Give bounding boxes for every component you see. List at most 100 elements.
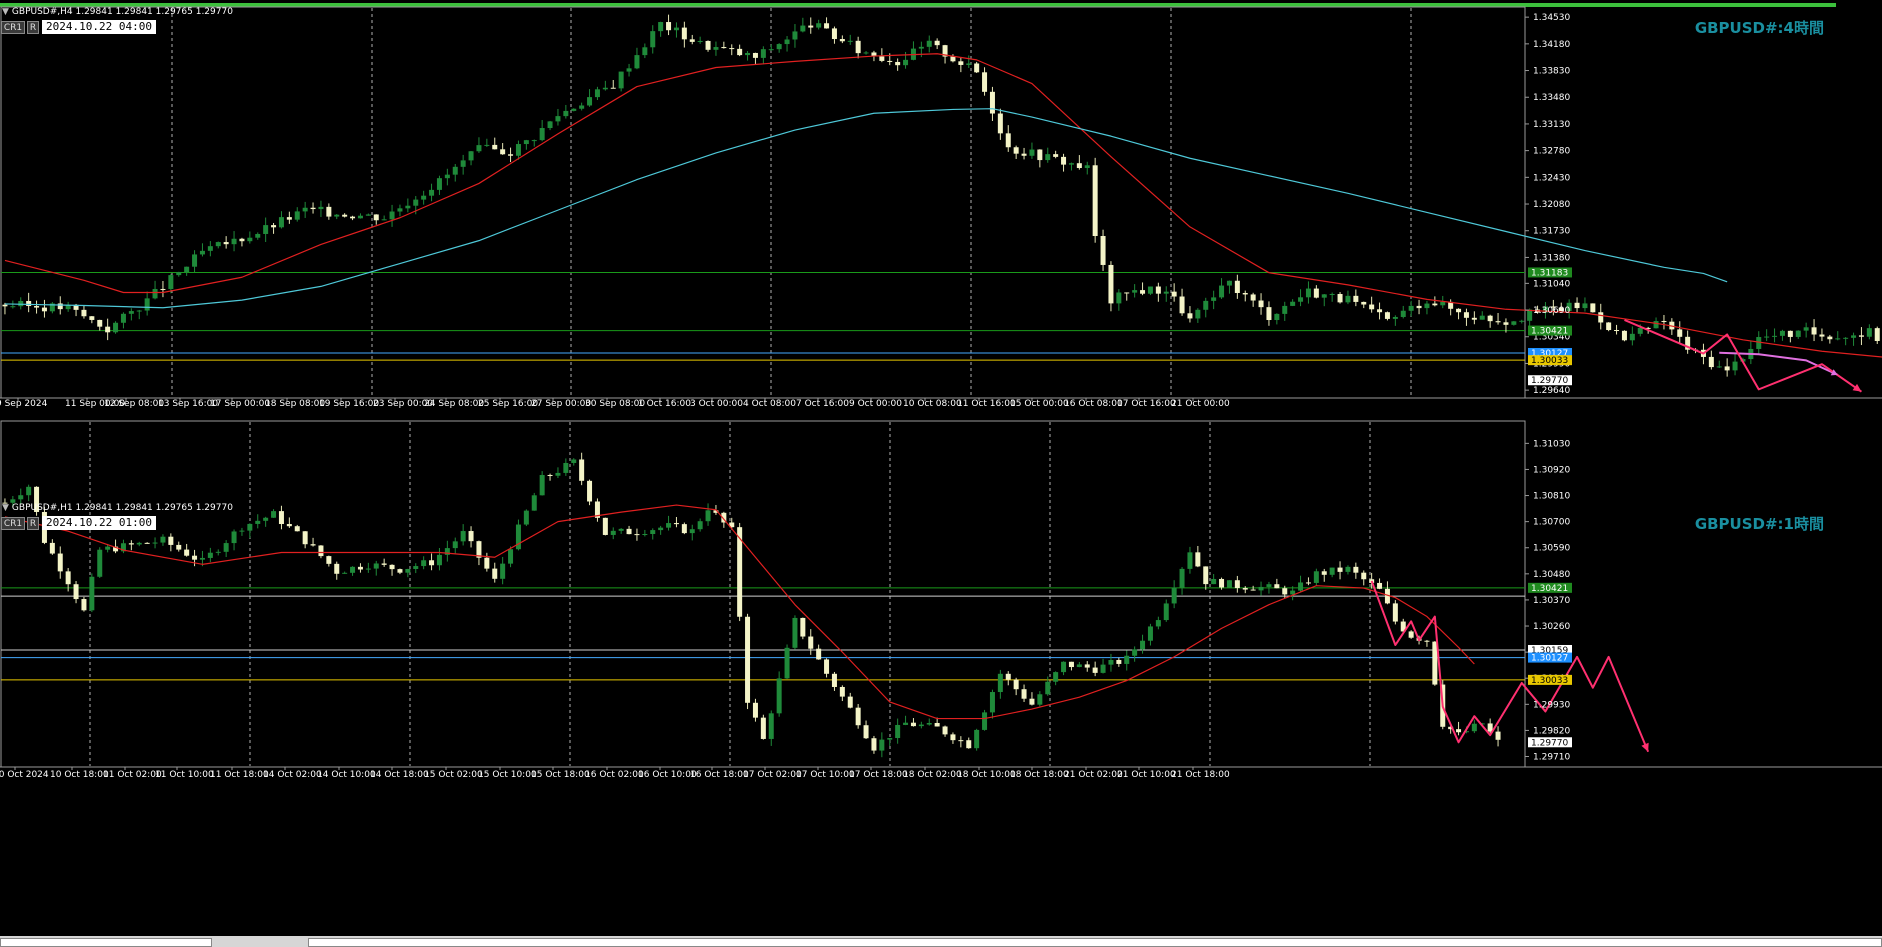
candle-body	[1408, 631, 1414, 638]
candle-body	[1495, 321, 1501, 323]
candle-body	[713, 47, 719, 50]
y-tick-label: 1.30690	[1533, 306, 1570, 316]
cr1-button[interactable]: CR1	[1, 517, 25, 530]
candle-body	[1163, 603, 1169, 621]
y-tick-label: 1.32430	[1533, 173, 1570, 183]
r-button[interactable]: R	[27, 517, 39, 530]
candle-body	[357, 215, 363, 219]
candle-body	[1345, 295, 1351, 303]
candle-body	[1124, 292, 1130, 294]
candle-body	[1432, 641, 1438, 685]
candle-body	[839, 39, 845, 42]
candle-body	[950, 56, 956, 62]
candle-body	[286, 524, 292, 527]
candle-body	[689, 39, 695, 42]
candle-body	[239, 238, 245, 242]
candle-body	[373, 214, 379, 221]
price-label: 1.29770	[1531, 738, 1568, 748]
candle-body	[1100, 236, 1106, 265]
candle-body	[760, 49, 766, 58]
candle-body	[1471, 317, 1477, 320]
candle-body	[192, 254, 198, 267]
candle-body	[768, 49, 774, 51]
candle-body	[571, 108, 577, 111]
candle-body	[1282, 588, 1288, 595]
collapse-icon[interactable]: ▼	[2, 7, 9, 17]
x-tick-label: 19 Sep 16:00	[319, 399, 379, 409]
y-tick-label: 1.32780	[1533, 147, 1570, 157]
candle-body	[460, 160, 466, 167]
candle-body	[1377, 309, 1383, 313]
candle-body	[1408, 305, 1414, 311]
candle-body	[681, 27, 687, 40]
x-tick-label: 27 Sep 00:00	[531, 399, 591, 409]
candle-body	[1637, 327, 1643, 334]
candle-body	[239, 530, 245, 532]
candle-body	[1021, 689, 1027, 699]
candle-body	[500, 149, 506, 155]
candle-body	[1337, 567, 1343, 572]
candle-body	[1456, 729, 1462, 733]
chart-pane-h1[interactable]: 1.31030 1.30920 1.30810 1.30700 1.30590 1.304…	[0, 409, 1882, 936]
candle-body	[587, 97, 593, 106]
candle-body	[737, 48, 743, 56]
candle-body	[610, 530, 616, 535]
candle-body	[1211, 578, 1217, 585]
candle-body	[1029, 698, 1035, 705]
x-tick-label: 10 Oct 08:00	[903, 399, 962, 409]
chart-tab[interactable]	[308, 938, 1882, 947]
cr1-button[interactable]: CR1	[1, 21, 25, 34]
y-tick-label: 1.33830	[1533, 67, 1570, 77]
x-tick-label: 17 Oct 18:00	[849, 770, 908, 780]
candle-body	[982, 72, 988, 92]
candle-body	[697, 521, 703, 530]
candle-body	[926, 40, 932, 47]
r-button[interactable]: R	[27, 21, 39, 34]
candle-body	[808, 636, 814, 649]
x-tick-label: 18 Oct 18:00	[1010, 770, 1069, 780]
candle-body	[207, 246, 213, 251]
candle-body	[460, 531, 466, 542]
candle-body	[263, 225, 269, 234]
candle-body	[1392, 603, 1398, 622]
candle-body	[1574, 302, 1580, 309]
candle-body	[1677, 329, 1683, 337]
chart-h1[interactable]: 1.31030 1.30920 1.30810 1.30700 1.30590 1.304…	[0, 409, 1882, 936]
y-tick-label: 1.30370	[1533, 596, 1570, 606]
candle-body	[278, 511, 284, 525]
candle-body	[1282, 305, 1288, 314]
x-tick-label: 11 Oct 10:00	[155, 770, 214, 780]
symbol-header-h1: ▼ GBPUSD#,H1 1.29841 1.29841 1.29765 1.29…	[2, 503, 233, 513]
candle-body	[555, 472, 561, 476]
candle-body	[673, 523, 679, 525]
candle-body	[1313, 288, 1319, 298]
x-tick-label: 18 Oct 02:00	[903, 770, 962, 780]
candle-body	[626, 68, 632, 72]
candle-body	[855, 40, 861, 54]
candle-body	[1811, 327, 1817, 335]
chart-h4[interactable]: 1.34530 1.34180 1.33830 1.33480 1.33130 1.327…	[0, 0, 1882, 409]
x-tick-label: 21 Oct 02:00	[1064, 770, 1123, 780]
candle-body	[1132, 649, 1138, 656]
chart-pane-h4[interactable]: 1.34530 1.34180 1.33830 1.33480 1.33130 1.327…	[0, 0, 1882, 409]
candle-body	[73, 584, 79, 600]
candle-body	[1037, 694, 1043, 705]
candle-body	[752, 702, 758, 718]
x-tick-label: 11 Oct 18:00	[210, 770, 269, 780]
candle-body	[1163, 291, 1169, 294]
y-tick-label: 1.34180	[1533, 40, 1570, 50]
x-tick-label: 17 Sep 00:00	[210, 399, 270, 409]
candle-body	[152, 542, 158, 544]
candle-body	[429, 560, 435, 566]
candle-body	[602, 517, 608, 535]
y-tick-label: 1.31380	[1533, 253, 1570, 263]
collapse-icon[interactable]: ▼	[2, 503, 9, 513]
candle-body	[421, 560, 427, 567]
candle-body	[1803, 327, 1809, 331]
candle-body	[1219, 578, 1225, 588]
candle-body	[168, 536, 174, 545]
candle-body	[1629, 333, 1635, 341]
x-tick-label: 11 Oct 16:00	[957, 399, 1016, 409]
candle-body	[1858, 335, 1864, 337]
chart-tab[interactable]	[0, 938, 212, 947]
